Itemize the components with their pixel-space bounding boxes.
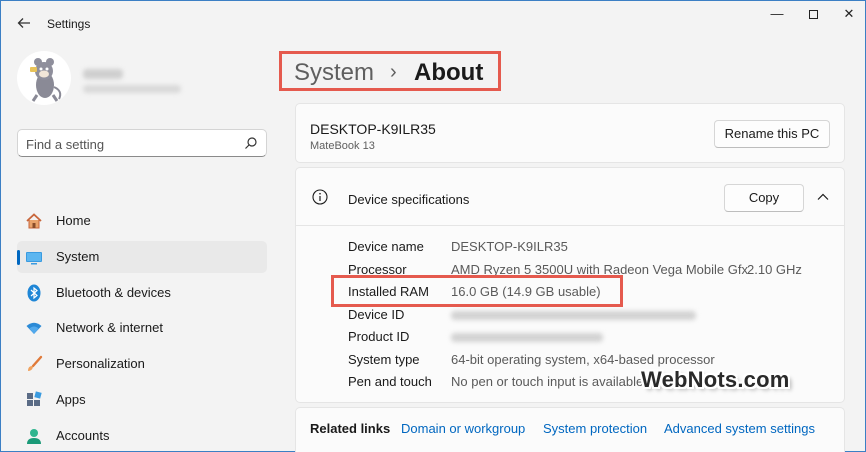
app-title: Settings [47,17,91,31]
rename-pc-button[interactable]: Rename this PC [714,120,830,148]
ram-highlight-box [331,275,623,307]
spec-value-processor-speed: 2.10 GHz [747,262,802,277]
breadcrumb-parent[interactable]: System [294,59,374,87]
user-avatar-icon [30,58,62,102]
maximize-button[interactable] [799,5,827,25]
sidebar-item-bluetooth[interactable]: Bluetooth & devices [17,277,267,309]
breadcrumb-separator: › [390,61,397,83]
sidebar-item-apps[interactable]: Apps [17,384,267,416]
device-card: DESKTOP-K9ILR35 MateBook 13 Rename this … [295,103,845,163]
spec-value-pen-touch: No pen or touch input is available fo [451,374,658,389]
user-email-redacted [83,85,181,93]
device-name: DESKTOP-K9ILR35 [310,121,436,137]
sidebar-item-personalization[interactable]: Personalization [17,348,267,380]
brush-icon [28,355,43,371]
link-domain-workgroup[interactable]: Domain or workgroup [401,421,525,436]
spec-label-system-type: System type [348,352,420,367]
search-box[interactable] [17,129,267,157]
spec-value-device-id-redacted [451,311,696,320]
sidebar-item-label: System [56,249,100,264]
chevron-up-icon[interactable] [816,191,830,203]
maximize-icon [808,10,818,19]
sidebar-item-label: Apps [56,392,86,407]
home-icon [26,213,42,229]
sidebar-item-label: Personalization [56,356,145,371]
link-advanced-system-settings[interactable]: Advanced system settings [664,421,815,436]
sidebar-item-label: Network & internet [56,320,163,335]
info-icon [312,189,328,205]
apps-icon [27,391,42,406]
breadcrumb: System › About [279,51,501,91]
sidebar-item-label: Bluetooth & devices [56,285,171,300]
sidebar-item-accounts[interactable]: Accounts [17,420,267,452]
title-bar: Settings — ✕ [1,1,866,47]
monitor-icon [26,252,42,265]
spec-label-pen-touch: Pen and touch [348,374,432,389]
avatar[interactable] [17,51,71,105]
spec-label-product-id: Product ID [348,329,410,344]
sidebar-item-home[interactable]: Home [17,205,267,237]
minimize-button[interactable]: — [763,5,791,25]
selection-indicator [17,250,20,265]
person-icon [27,429,41,444]
user-name-redacted [83,69,123,79]
sidebar-item-label: Home [56,213,91,228]
spec-value-device-name: DESKTOP-K9ILR35 [451,239,568,254]
back-button[interactable] [15,13,33,33]
bluetooth-icon [27,284,41,302]
close-button[interactable]: ✕ [835,5,863,25]
spec-label-device-name: Device name [348,239,424,254]
arrow-left-icon [17,18,30,28]
sidebar-item-system[interactable]: System [17,241,267,273]
wifi-icon [26,322,42,334]
watermark: WebNots.com [641,367,790,392]
specs-header[interactable]: Device specifications Copy [296,168,844,226]
spec-value-product-id-redacted [451,333,603,342]
specs-title: Device specifications [348,192,470,207]
related-links-card: Related links Domain or workgroup System… [295,407,845,452]
page-title: About [414,59,484,86]
sidebar-item-network[interactable]: Network & internet [17,312,267,344]
search-icon[interactable] [244,136,258,150]
spec-value-system-type: 64-bit operating system, x64-based proce… [451,352,715,367]
spec-label-device-id: Device ID [348,307,405,322]
sidebar-item-label: Accounts [56,428,110,443]
copy-button[interactable]: Copy [724,184,804,212]
link-system-protection[interactable]: System protection [543,421,647,436]
related-links-label: Related links [310,421,391,436]
device-model: MateBook 13 [310,140,375,152]
search-input[interactable] [26,135,226,153]
